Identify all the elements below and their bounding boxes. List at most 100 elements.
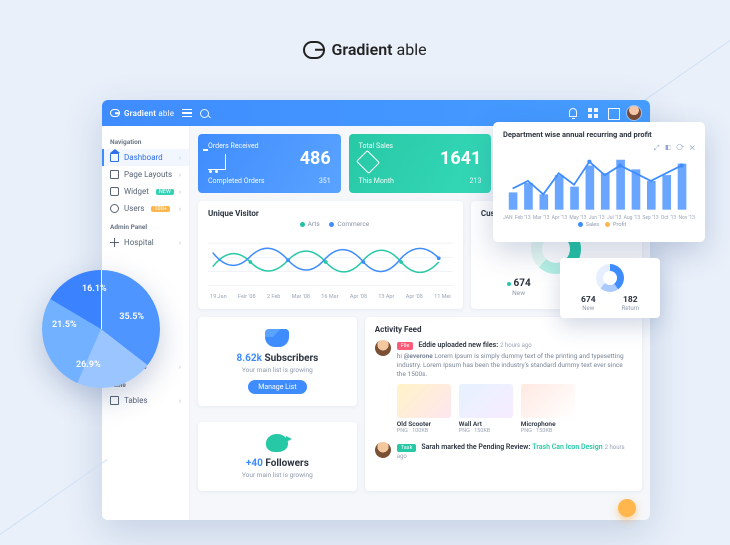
sidebar-item-hospital[interactable]: Hospital › <box>102 234 189 251</box>
nav-heading: Navigation <box>102 132 189 149</box>
users-icon <box>110 204 119 213</box>
sidebar-item-users[interactable]: Users 100+ › <box>102 200 189 217</box>
donut-chart <box>596 264 624 292</box>
feed-item: File Eddie uploaded new files: 2 hours a… <box>375 340 632 434</box>
attachment[interactable]: Old ScooterPNG · 100KB <box>397 384 451 434</box>
card-title: Activity Feed <box>375 325 632 334</box>
feed-title: Sarah marked the Pending Review: <box>421 443 530 451</box>
x-axis-labels: 19 JanFeir '082 Feb Mar '0816 MarApr '08… <box>208 294 453 300</box>
attachment[interactable]: MicrophonePNG · 150KB <box>521 384 575 434</box>
x-axis-labels: JANFeb '13Mar '13 Apr '13May '13Jun '13 … <box>503 215 695 221</box>
sidebar-item-widget[interactable]: Widget NEW › <box>102 183 189 200</box>
chevron-right-icon: › <box>179 363 181 371</box>
page-brand: Gradient able <box>0 40 730 59</box>
legend-item: Arts <box>292 220 320 228</box>
chevron-right-icon: › <box>179 397 181 405</box>
pie-slice-label: 16.1% <box>82 284 107 294</box>
cart-icon <box>208 154 226 170</box>
envelope-icon <box>265 329 289 347</box>
sidebar-item-page-layouts[interactable]: Page Layouts › <box>102 166 189 183</box>
home-icon <box>110 153 119 162</box>
avatar <box>375 442 391 458</box>
pie-chart: 35.5% 26.9% 21.5% 16.1% <box>42 270 160 388</box>
department-chart-card: Department wise annual recurring and pro… <box>493 122 705 242</box>
metric-label: New <box>512 289 525 297</box>
sidebar-item-label: Page Layouts <box>124 170 172 179</box>
metric-value: 674 <box>507 278 531 289</box>
thumbnail <box>521 384 575 418</box>
unique-visitor-card: Unique Visitor Arts Commerce 19 J <box>198 201 463 309</box>
line-chart <box>208 232 453 292</box>
sidebar-item-label: Dashboard <box>124 153 163 162</box>
stat-value: 1641 <box>359 148 482 169</box>
apps-icon[interactable] <box>586 106 600 120</box>
stat-value: 486 <box>208 148 331 169</box>
logo-icon <box>303 41 325 59</box>
table-icon <box>110 396 119 405</box>
pie-slice-label: 26.9% <box>76 360 101 370</box>
feed-time: 2 hours ago <box>500 342 532 349</box>
badge-count: 100+ <box>151 206 169 212</box>
metric-label: New <box>582 305 594 312</box>
stat-foot-label: Completed Orders <box>208 177 265 185</box>
plus-icon <box>110 238 119 247</box>
card-title: Department wise annual recurring and pro… <box>503 130 695 139</box>
stat-orders[interactable]: Orders Received 486 Completed Orders 351 <box>198 134 341 193</box>
chevron-right-icon: › <box>179 239 181 247</box>
pie-slice-label: 35.5% <box>119 312 144 322</box>
stat-foot-value: 351 <box>319 177 331 185</box>
bell-icon[interactable] <box>566 106 580 120</box>
customers-mini-card: 674New 182Return <box>560 258 660 318</box>
sidebar-item-label: Widget <box>124 187 149 196</box>
sidebar-item-label: Users <box>124 204 144 213</box>
chart-legend: SalesProfit <box>503 222 695 228</box>
badge-new: NEW <box>156 189 174 195</box>
stat-foot-value: 213 <box>470 177 482 185</box>
sidebar-item-dashboard[interactable]: Dashboard › <box>102 149 189 166</box>
stat-title: Orders Received <box>208 142 331 150</box>
legend-item: Commerce <box>321 220 369 228</box>
card-toolbar[interactable]: ⤢ ◧ ⟳ ✕ <box>654 144 697 153</box>
activity-feed-card: Activity Feed File Eddie uploaded new fi… <box>365 317 642 491</box>
app-title: Gradient able <box>124 109 174 118</box>
stat-foot-label: This Month <box>359 177 394 185</box>
manage-list-button[interactable]: Manage List <box>248 380 306 394</box>
search-icon[interactable] <box>200 109 209 118</box>
user-avatar[interactable] <box>626 105 642 121</box>
card-title: +40 Followers <box>208 458 347 469</box>
thumbnail <box>397 384 451 418</box>
feed-title: Eddie uploaded new files: <box>418 341 498 349</box>
document-icon <box>110 170 119 179</box>
card-subtitle: Your main list is growing <box>208 471 347 479</box>
chevron-right-icon: › <box>179 205 181 213</box>
sidebar-item-tables[interactable]: Tables › <box>102 392 189 409</box>
tag-pill: Task <box>397 444 417 452</box>
metric-value: 182 <box>622 295 640 305</box>
fab-button[interactable] <box>618 499 636 517</box>
pie-slice-label: 21.5% <box>52 320 77 330</box>
logo-icon <box>110 109 120 117</box>
card-title: 8.62k Subscribers <box>208 353 347 364</box>
twitter-icon <box>266 434 288 452</box>
attachment-row: Old ScooterPNG · 100KB Wall ArtPNG · 150… <box>397 384 632 434</box>
menu-icon[interactable] <box>182 109 192 117</box>
sidebar-item-label: Hospital <box>124 238 154 247</box>
metric-value: 674 <box>581 295 596 305</box>
metric-label: Return <box>622 305 640 312</box>
card-title: Unique Visitor <box>208 209 453 218</box>
feed-body: hi @everone Lorem Ipsum is simply dummy … <box>397 352 632 378</box>
subscribers-card: 8.62k Subscribers Your main list is grow… <box>198 317 357 406</box>
fullscreen-icon[interactable] <box>606 106 620 120</box>
nav-heading: Admin Panel <box>102 217 189 234</box>
thumbnail <box>459 384 513 418</box>
attachment[interactable]: Wall ArtPNG · 150KB <box>459 384 513 434</box>
card-subtitle: Your main list is growing <box>208 366 347 374</box>
chevron-right-icon: › <box>179 188 181 196</box>
sidebar-item-label: Tables <box>124 396 148 405</box>
combo-chart <box>503 143 695 213</box>
stat-title: Total Sales <box>359 142 482 150</box>
feed-link[interactable]: Trash Can Icon Design <box>532 443 602 451</box>
stat-sales[interactable]: Total Sales 1641 This Month 213 <box>349 134 492 193</box>
avatar <box>375 340 391 356</box>
chart-legend: Arts Commerce <box>208 220 453 228</box>
